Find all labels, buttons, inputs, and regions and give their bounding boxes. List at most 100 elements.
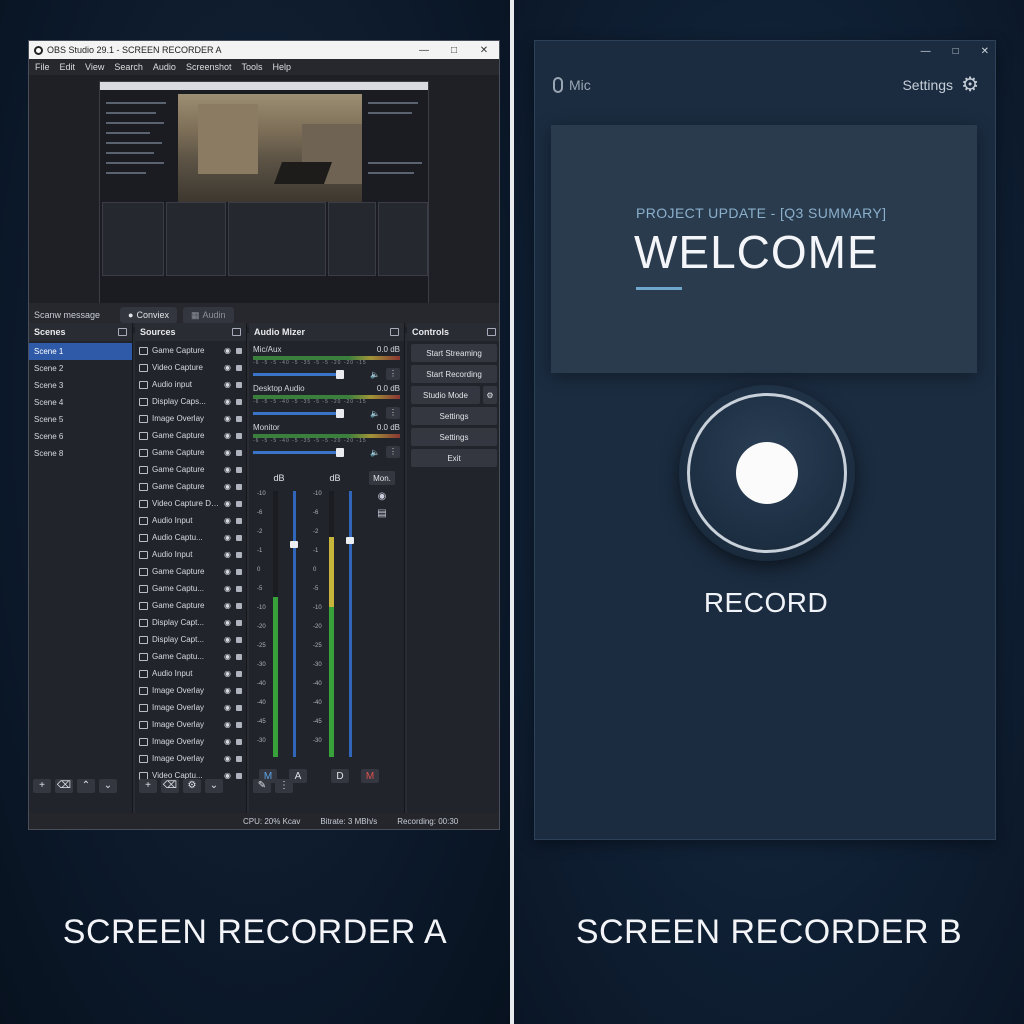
mixer-menu-button[interactable]: ⋮ [275,778,293,793]
source-item[interactable]: Display Capt... ◉ [135,631,246,648]
lock-icon[interactable] [236,636,242,643]
lock-icon[interactable] [236,738,242,745]
channel-menu-button[interactable]: ⋮ [386,407,400,419]
channel-menu-button[interactable]: ⋮ [386,368,400,380]
source-item[interactable]: Image Overlay ◉ [135,682,246,699]
source-item[interactable]: Image Overlay ◉ [135,750,246,767]
lock-icon[interactable] [236,670,242,677]
connect-chip[interactable]: ● Conviex [120,307,177,323]
visibility-eye-icon[interactable]: ◉ [223,431,232,440]
speaker-icon[interactable]: 🔈 [366,370,380,379]
source-item[interactable]: Game Capture ◉ [135,563,246,580]
lock-icon[interactable] [236,687,242,694]
volume-slider[interactable] [253,408,344,418]
source-item[interactable]: Game Capture ◉ [135,597,246,614]
maximize-icon[interactable]: □ [439,45,469,56]
mic-toggle[interactable]: Mic [553,77,591,93]
lock-icon[interactable] [236,619,242,626]
remove-source-button[interactable]: ⌫ [161,778,179,793]
scene-item[interactable]: Scene 3 [29,377,132,394]
visibility-eye-icon[interactable]: ◉ [223,618,232,627]
visibility-eye-icon[interactable]: ◉ [223,465,232,474]
source-item[interactable]: Game Capture ◉ [135,478,246,495]
visibility-eye-icon[interactable]: ◉ [223,414,232,423]
source-item[interactable]: Image Overlay ◉ [135,699,246,716]
channel-menu-button[interactable]: ⋮ [386,446,400,458]
menu-file[interactable]: File [35,62,50,72]
visibility-eye-icon[interactable]: ◉ [223,584,232,593]
visibility-eye-icon[interactable]: ◉ [223,550,232,559]
move-up-button[interactable]: ⌃ [77,778,95,793]
volume-fader[interactable] [293,491,296,757]
lock-icon[interactable] [236,585,242,592]
visibility-eye-icon[interactable]: ◉ [223,499,232,508]
minimize-icon[interactable]: — [409,45,439,56]
lock-icon[interactable] [236,772,242,779]
add-scene-button[interactable]: + [33,778,51,793]
scene-item[interactable]: Scene 1 [29,343,132,360]
lock-icon[interactable] [236,721,242,728]
lock-icon[interactable] [236,466,242,473]
lock-icon[interactable] [236,364,242,371]
visibility-eye-icon[interactable]: ◉ [223,669,232,678]
visibility-eye-icon[interactable]: ◉ [223,482,232,491]
popout-icon[interactable] [390,328,399,336]
lock-icon[interactable] [236,534,242,541]
start-recording-button[interactable]: Start Recording [411,365,497,383]
menu-edit[interactable]: Edit [60,62,76,72]
source-item[interactable]: Audio Input ◉ [135,512,246,529]
add-source-button[interactable]: + [139,778,157,793]
visibility-eye-icon[interactable]: ◉ [223,686,232,695]
record-button[interactable] [679,385,855,561]
lock-icon[interactable] [236,432,242,439]
source-item[interactable]: Game Captu... ◉ [135,580,246,597]
lock-icon[interactable] [236,653,242,660]
popout-icon[interactable] [487,328,496,336]
lock-icon[interactable] [236,381,242,388]
menu-search[interactable]: Search [114,62,143,72]
mute-monitor-button[interactable]: M [361,769,379,783]
visibility-eye-icon[interactable]: ◉ [223,397,232,406]
mixer-advanced-icon[interactable]: ◉ [369,491,395,502]
menu-audio[interactable]: Audio [153,62,176,72]
lock-icon[interactable] [236,755,242,762]
move-down-button[interactable]: ⌄ [205,778,223,793]
visibility-eye-icon[interactable]: ◉ [223,754,232,763]
source-settings-button[interactable]: ⚙ [183,778,201,793]
volume-slider[interactable] [253,447,344,457]
lock-icon[interactable] [236,347,242,354]
scene-item[interactable]: Scene 4 [29,394,132,411]
lock-icon[interactable] [236,449,242,456]
lock-icon[interactable] [236,483,242,490]
menu-help[interactable]: Help [273,62,292,72]
visibility-eye-icon[interactable]: ◉ [223,703,232,712]
fader-knob[interactable] [346,537,354,544]
source-item[interactable]: Audio Input ◉ [135,665,246,682]
speaker-icon[interactable]: 🔈 [366,448,380,457]
move-down-button[interactable]: ⌄ [99,778,117,793]
edit-icon[interactable]: ✎ [253,778,271,793]
source-item[interactable]: Video Capture Device ◉ [135,495,246,512]
source-item[interactable]: Image Overlay ◉ [135,716,246,733]
lock-icon[interactable] [236,602,242,609]
visibility-eye-icon[interactable]: ◉ [223,380,232,389]
source-item[interactable]: Image Overlay ◉ [135,733,246,750]
obs-preview[interactable] [29,75,499,333]
source-item[interactable]: Video Capture ◉ [135,359,246,376]
remove-scene-button[interactable]: ⌫ [55,778,73,793]
minimize-icon[interactable]: — [921,46,931,57]
menu-view[interactable]: View [85,62,104,72]
source-item[interactable]: Audio Captu... ◉ [135,529,246,546]
source-item[interactable]: Display Capt... ◉ [135,614,246,631]
source-item[interactable]: Game Captu... ◉ [135,648,246,665]
gear-icon[interactable]: ⚙ [483,386,497,404]
audio-chip[interactable]: ▦ Audin [183,306,234,324]
popout-icon[interactable] [118,328,127,336]
volume-fader[interactable] [349,491,352,757]
visibility-eye-icon[interactable]: ◉ [223,567,232,576]
visibility-eye-icon[interactable]: ◉ [223,720,232,729]
lock-icon[interactable] [236,398,242,405]
lock-icon[interactable] [236,568,242,575]
menu-screenshot[interactable]: Screenshot [186,62,232,72]
source-item[interactable]: Game Capture ◉ [135,342,246,359]
